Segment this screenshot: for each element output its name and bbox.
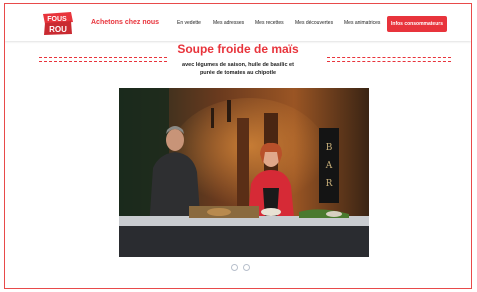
nav-mes-recettes[interactable]: Mes recettes: [255, 20, 284, 26]
bar-sign-letter-a: A: [325, 161, 333, 171]
bar-sign-letter-b: B: [326, 143, 333, 153]
nav-mes-decouvertes[interactable]: Mes découvertes: [295, 20, 333, 26]
bar-sign-letter-r: R: [326, 179, 333, 189]
recipe-subtitle: avec légumes de saison, huile de basilic…: [5, 61, 471, 77]
recipe-subtitle-line2: purée de tomates au chipotle: [199, 70, 277, 76]
page-frame: FOUS ROU Achetons chez nous En vedette M…: [4, 3, 472, 289]
achetons-link[interactable]: Achetons chez nous: [91, 19, 159, 26]
logo-text-top: FOUS: [47, 16, 67, 23]
logo-text-bottom: ROU: [49, 25, 67, 34]
recipe-photo: B A R: [119, 88, 369, 257]
nav-en-vedette[interactable]: En vedette: [177, 20, 201, 26]
recipe-subtitle-line1: avec légumes de saison, huile de basilic…: [182, 62, 294, 68]
nav-mes-animatrices[interactable]: Mes animatrices: [344, 20, 380, 26]
logo-graphic: FOUS ROU: [43, 12, 73, 35]
carousel-dot-2[interactable]: [243, 264, 250, 271]
recipe-title: Soupe froide de maïs: [177, 42, 299, 56]
infos-consommateurs-button[interactable]: Infos consommateurs: [387, 16, 447, 32]
kitchen-scene-image: B A R: [119, 88, 369, 257]
site-header: FOUS ROU Achetons chez nous En vedette M…: [5, 4, 471, 41]
carousel-dot-1[interactable]: [231, 264, 238, 271]
nav-mes-adresses[interactable]: Mes adresses: [213, 20, 244, 26]
site-logo[interactable]: FOUS ROU: [41, 10, 75, 36]
